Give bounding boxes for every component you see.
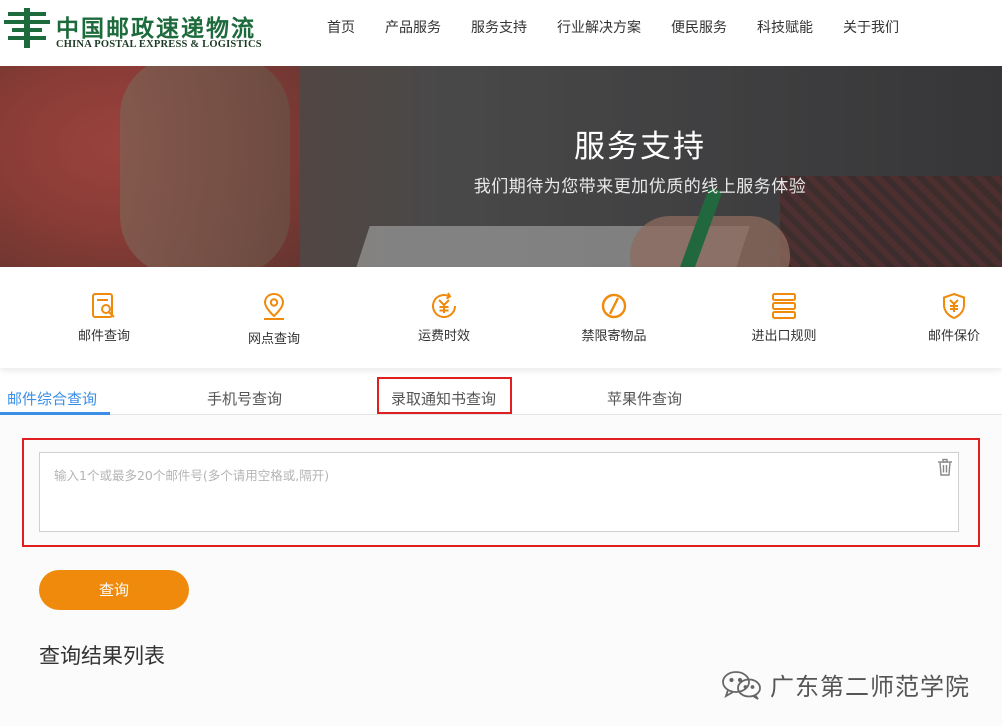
service-label: 邮件保价 [927, 329, 980, 344]
tab-combined-query[interactable]: 邮件综合查询 [7, 388, 97, 409]
service-label: 运费时效 [417, 329, 470, 344]
tab-phone-query[interactable]: 手机号查询 [207, 388, 282, 409]
nav-item-support[interactable]: 服务支持 [471, 17, 527, 37]
banner-overlay [0, 66, 1002, 267]
nav-item-solutions[interactable]: 行业解决方案 [557, 17, 641, 37]
tab-apple-item-query[interactable]: 苹果件查询 [607, 388, 682, 409]
location-pin-icon [263, 292, 285, 320]
service-mail-query[interactable]: 邮件查询 [44, 267, 164, 368]
trash-icon[interactable] [935, 457, 955, 477]
service-import-export-rules[interactable]: 进出口规则 [724, 267, 844, 368]
yuan-shield-icon [943, 292, 965, 320]
watermark-text: 广东第二师范学院 [770, 673, 970, 701]
wechat-icon [722, 671, 761, 700]
service-freight-time[interactable]: 运费时效 [384, 267, 504, 368]
rules-icon [772, 293, 796, 319]
banner-title: 服务支持 [574, 129, 706, 165]
yuan-clock-icon [432, 292, 456, 318]
site-header: 中国邮政速递物流 CHINA POSTAL EXPRESS & LOGISTIC… [0, 0, 1002, 66]
prohibited-icon [601, 293, 627, 319]
service-label: 网点查询 [247, 332, 300, 347]
china-post-logo-icon [4, 8, 50, 48]
hero-banner: 服务支持 我们期待为您带来更加优质的线上服务体验 [0, 66, 1002, 267]
mail-search-icon [92, 293, 115, 318]
nav-item-about[interactable]: 关于我们 [843, 17, 899, 37]
logo-en-text: CHINA POSTAL EXPRESS & LOGISTICS [56, 39, 262, 50]
banner-subtitle: 我们期待为您带来更加优质的线上服务体验 [473, 177, 807, 197]
nav-item-convenience[interactable]: 便民服务 [671, 17, 727, 37]
nav-item-technology[interactable]: 科技赋能 [757, 17, 813, 37]
logo[interactable]: 中国邮政速递物流 CHINA POSTAL EXPRESS & LOGISTIC… [4, 6, 274, 54]
service-label: 进出口规则 [751, 329, 817, 344]
service-outlet-query[interactable]: 网点查询 [214, 267, 334, 368]
service-mail-insurance[interactable]: 邮件保价 [894, 267, 1002, 368]
query-tabs: 邮件综合查询 手机号查询 录取通知书查询 苹果件查询 [0, 376, 1002, 415]
service-label: 邮件查询 [77, 329, 130, 344]
query-button[interactable]: 查询 [39, 570, 189, 610]
nav-item-products[interactable]: 产品服务 [385, 17, 441, 37]
tab-admission-letter-query[interactable]: 录取通知书查询 [391, 388, 496, 409]
service-prohibited-items[interactable]: 禁限寄物品 [554, 267, 674, 368]
service-label: 禁限寄物品 [581, 329, 647, 344]
results-title: 查询结果列表 [39, 644, 165, 668]
nav-item-home[interactable]: 首页 [327, 17, 355, 37]
service-shortcuts: 邮件查询 网点查询 运费时效 禁限寄物品 进出口规则 邮件保价 [0, 267, 1002, 368]
tracking-number-input[interactable] [39, 452, 959, 532]
logo-cn-text: 中国邮政速递物流 [56, 15, 256, 42]
